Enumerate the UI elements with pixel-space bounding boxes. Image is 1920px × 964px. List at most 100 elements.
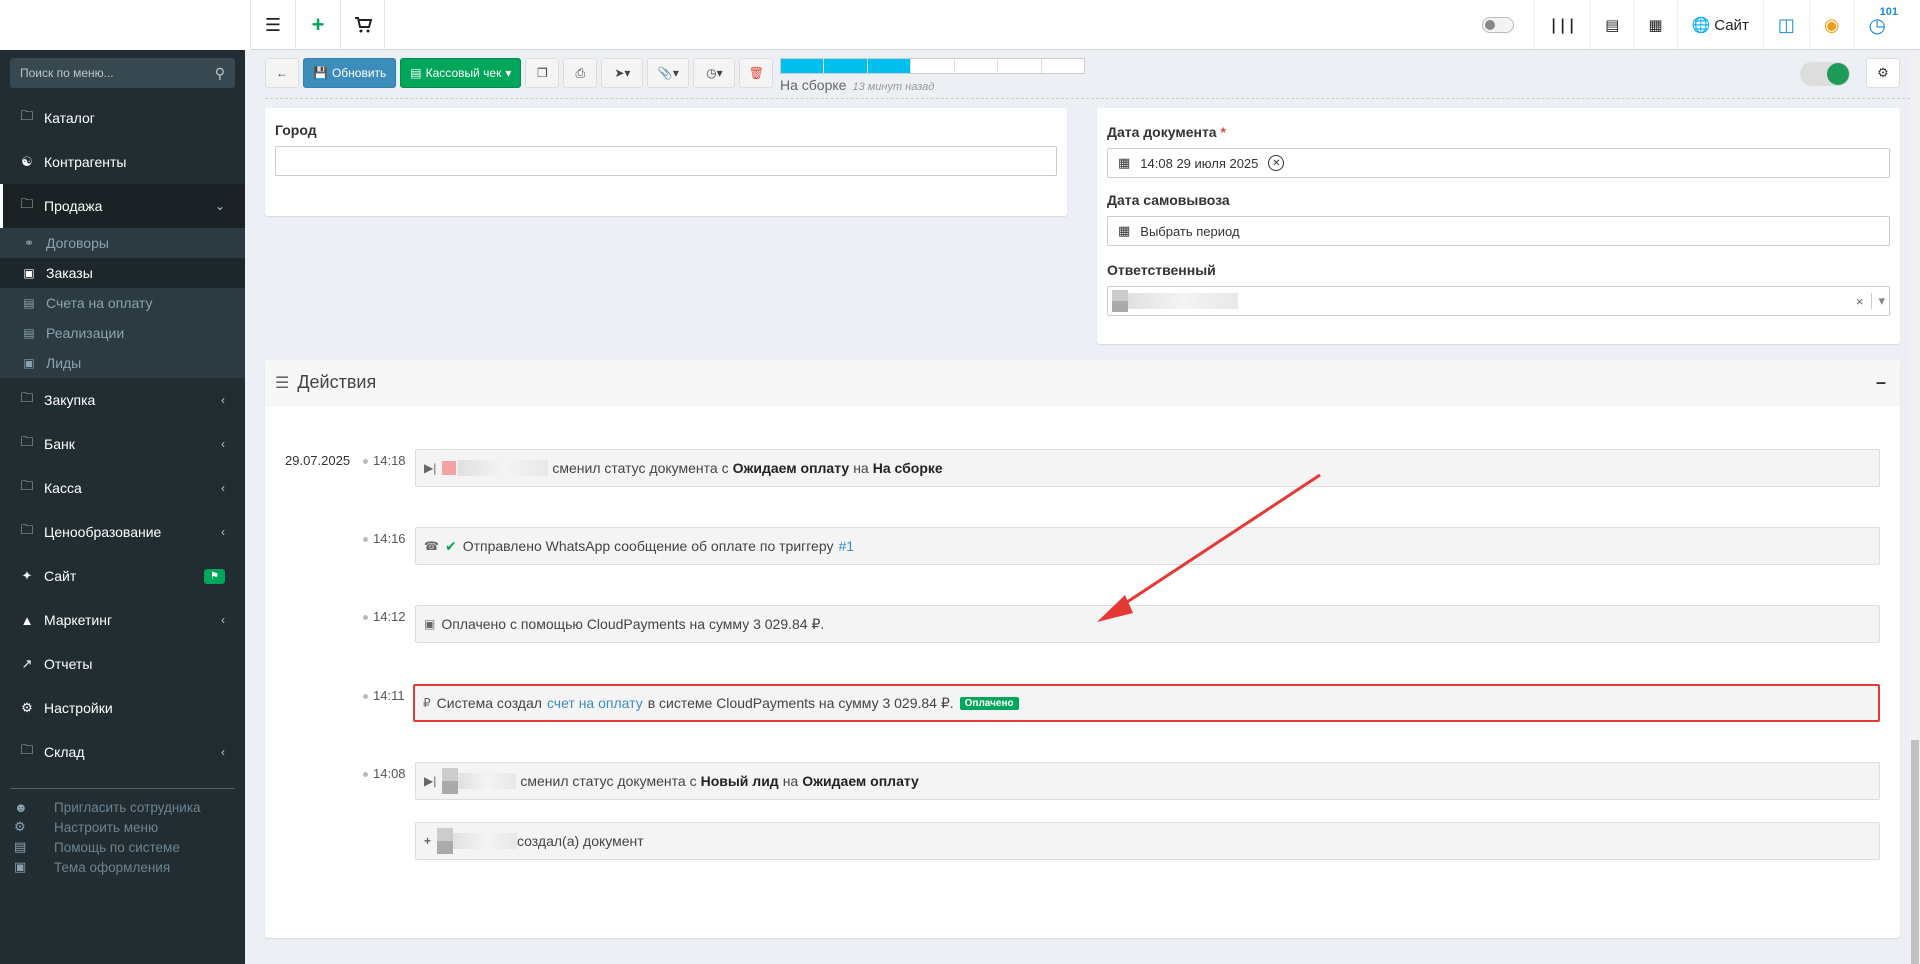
chevron-left-icon: ‹ bbox=[221, 525, 225, 539]
sidebar-item-contractors[interactable]: ☯ Контрагенты bbox=[0, 140, 245, 184]
cogs-icon: ⚙ bbox=[1877, 65, 1889, 80]
send-dropdown[interactable]: ➤ ▾ bbox=[601, 58, 644, 88]
event-text: на bbox=[782, 773, 799, 789]
sidebar-subitem-invoices[interactable]: ▤ Счета на оплату bbox=[0, 288, 245, 318]
menu-search-input[interactable] bbox=[20, 66, 200, 80]
grid-icon: ▦ bbox=[1118, 155, 1131, 170]
progress-segment[interactable] bbox=[911, 59, 955, 73]
clock-icon: ◷ bbox=[706, 66, 717, 80]
menu-toggle-button[interactable]: ☰ bbox=[250, 0, 295, 50]
bell-badge: ⚑ bbox=[204, 568, 225, 584]
annotation-arrow bbox=[1097, 473, 1321, 622]
folder-icon: 🗀 bbox=[20, 742, 34, 757]
clear-icon[interactable]: × bbox=[1856, 294, 1864, 309]
status-label: На сборке bbox=[780, 77, 847, 93]
sidebar-subitem-realizations[interactable]: ▤ Реализации bbox=[0, 318, 245, 348]
server-button[interactable]: ▤ bbox=[1590, 0, 1633, 50]
pickup-input[interactable]: ▦ Выбрать период bbox=[1107, 216, 1890, 246]
sidebar-item-label: Касса bbox=[44, 480, 82, 496]
doc-date-label-text: Дата документа bbox=[1107, 124, 1217, 140]
refresh-button[interactable]: 💾 Обновить bbox=[303, 58, 397, 88]
calendar-button[interactable]: ▦ bbox=[1633, 0, 1676, 50]
sidebar-item-marketing[interactable]: ▲ Маркетинг ‹ bbox=[0, 598, 245, 642]
responsible-select[interactable]: × ▾ bbox=[1107, 286, 1890, 316]
chevron-left-icon: ‹ bbox=[221, 393, 225, 407]
progress-segment[interactable] bbox=[781, 59, 825, 73]
timeline-time: 14:12 bbox=[373, 609, 406, 624]
delete-button[interactable]: 🗑 bbox=[739, 58, 774, 88]
search-icon[interactable]: ⚲ bbox=[215, 65, 225, 82]
progress-segment[interactable] bbox=[998, 59, 1042, 73]
book-icon: ▤ bbox=[14, 839, 27, 854]
basket-icon: ▣ bbox=[23, 266, 35, 280]
configure-menu-link[interactable]: ⚙ Настроить меню bbox=[0, 817, 245, 837]
collapse-button[interactable]: – bbox=[1876, 372, 1886, 393]
grid-icon: ▦ bbox=[1118, 223, 1131, 238]
status-progress-bar[interactable] bbox=[780, 58, 1085, 74]
sidebar-item-warehouse[interactable]: 🗀 Склад ‹ bbox=[0, 730, 245, 774]
site-link-label: Сайт bbox=[1714, 16, 1749, 34]
event-text: сменил статус документа с bbox=[552, 460, 729, 476]
sidebar-item-site[interactable]: ✦ Сайт ⚑ bbox=[0, 554, 245, 598]
copy-button[interactable]: ❐ bbox=[525, 58, 560, 88]
scrollbar-thumb[interactable] bbox=[1911, 740, 1919, 964]
sidebar-subitem-orders[interactable]: ▣ Заказы bbox=[0, 258, 245, 288]
sidebar-item-pricing[interactable]: 🗀 Ценообразование ‹ bbox=[0, 510, 245, 554]
back-button[interactable]: ← bbox=[265, 58, 299, 88]
progress-segment[interactable] bbox=[824, 59, 868, 73]
sidebar-item-label: Склад bbox=[44, 744, 85, 760]
document-meta-box: Дата документа * ▦ 14:08 29 июля 2025 ✕ Да… bbox=[1097, 108, 1900, 344]
sales-submenu: ⚭ Договоры ▣ Заказы ▤ Счета на оплату ▤ Реал… bbox=[0, 228, 245, 378]
sidebar-subitem-contracts[interactable]: ⚭ Договоры bbox=[0, 228, 245, 258]
caret-down-icon: ▾ bbox=[716, 66, 723, 80]
city-input[interactable] bbox=[275, 146, 1057, 176]
footer-link-label: Пригласить сотрудника bbox=[54, 799, 201, 815]
trigger-link[interactable]: #1 bbox=[838, 538, 854, 554]
support-button[interactable]: ◉ bbox=[1808, 0, 1854, 50]
caret-down-icon[interactable]: ▾ bbox=[1871, 293, 1885, 309]
sidebar-item-bank[interactable]: 🗀 Банк ‹ bbox=[0, 422, 245, 466]
credit-card-icon: ▣ bbox=[424, 617, 436, 631]
site-link[interactable]: 🌐 Сайт bbox=[1676, 0, 1763, 50]
progress-segment[interactable] bbox=[1042, 59, 1084, 73]
sidebar-subitem-leads[interactable]: ▣ Лиды bbox=[0, 348, 245, 378]
sidebar-item-purchase[interactable]: 🗀 Закупка ‹ bbox=[0, 378, 245, 422]
image-icon: ▣ bbox=[14, 859, 27, 874]
sidebar-item-cash[interactable]: 🗀 Касса ‹ bbox=[0, 466, 245, 510]
help-link[interactable]: ▤ Помощь по системе bbox=[0, 837, 245, 857]
attach-dropdown[interactable]: 📎 ▾ bbox=[647, 58, 690, 88]
progress-segment[interactable] bbox=[955, 59, 999, 73]
page-scrollbar[interactable] bbox=[1910, 50, 1920, 964]
print-button[interactable]: ⎙ bbox=[563, 58, 598, 88]
avatar bbox=[442, 768, 459, 794]
sidebar-item-catalog[interactable]: 🗀 Каталог bbox=[0, 96, 245, 140]
footer-link-label: Настроить меню bbox=[54, 819, 159, 835]
mode-toggle[interactable] bbox=[1800, 62, 1850, 86]
theme-toggle[interactable] bbox=[1462, 0, 1534, 50]
invoice-link[interactable]: счет на оплату bbox=[547, 695, 643, 711]
sidebar-item-settings[interactable]: ⚙ Настройки bbox=[0, 686, 245, 730]
settings-button[interactable]: ⚙ bbox=[1866, 58, 1900, 88]
cart-button[interactable] bbox=[340, 0, 385, 50]
sidebar-item-reports[interactable]: ↗ Отчеты bbox=[0, 642, 245, 686]
doc-date-input[interactable]: ▦ 14:08 29 июля 2025 ✕ bbox=[1107, 148, 1890, 178]
notifications-button[interactable]: ◷ 101 bbox=[1853, 0, 1900, 50]
clear-icon[interactable]: ✕ bbox=[1268, 155, 1285, 171]
folder-icon: 🗀 bbox=[20, 522, 34, 537]
printer-app-button[interactable]: ◫ bbox=[1762, 0, 1809, 50]
event-text: Система создал bbox=[436, 695, 542, 711]
responsible-label: Ответственный bbox=[1107, 262, 1216, 278]
status-to: На сборке bbox=[872, 460, 943, 476]
add-button[interactable]: + bbox=[295, 0, 340, 50]
receipt-button[interactable]: ▤ Кассовый чек ▾ bbox=[400, 58, 522, 88]
barcode-button[interactable]: ||| bbox=[1534, 0, 1590, 50]
theme-link[interactable]: ▣ Тема оформления bbox=[0, 857, 245, 877]
pickup-label: Дата самовывоза bbox=[1107, 192, 1230, 208]
line-chart-icon: ↗ bbox=[21, 656, 33, 671]
history-dropdown[interactable]: ◷ ▾ bbox=[693, 58, 736, 88]
menu-icon: ☰ bbox=[264, 14, 282, 35]
invite-employee-link[interactable]: ☻ Пригласить сотрудника bbox=[0, 797, 245, 817]
sidebar-item-sales[interactable]: 🗀 Продажа ⌄ bbox=[0, 184, 245, 228]
folder-icon: 🗀 bbox=[20, 108, 34, 123]
progress-segment[interactable] bbox=[867, 59, 912, 73]
